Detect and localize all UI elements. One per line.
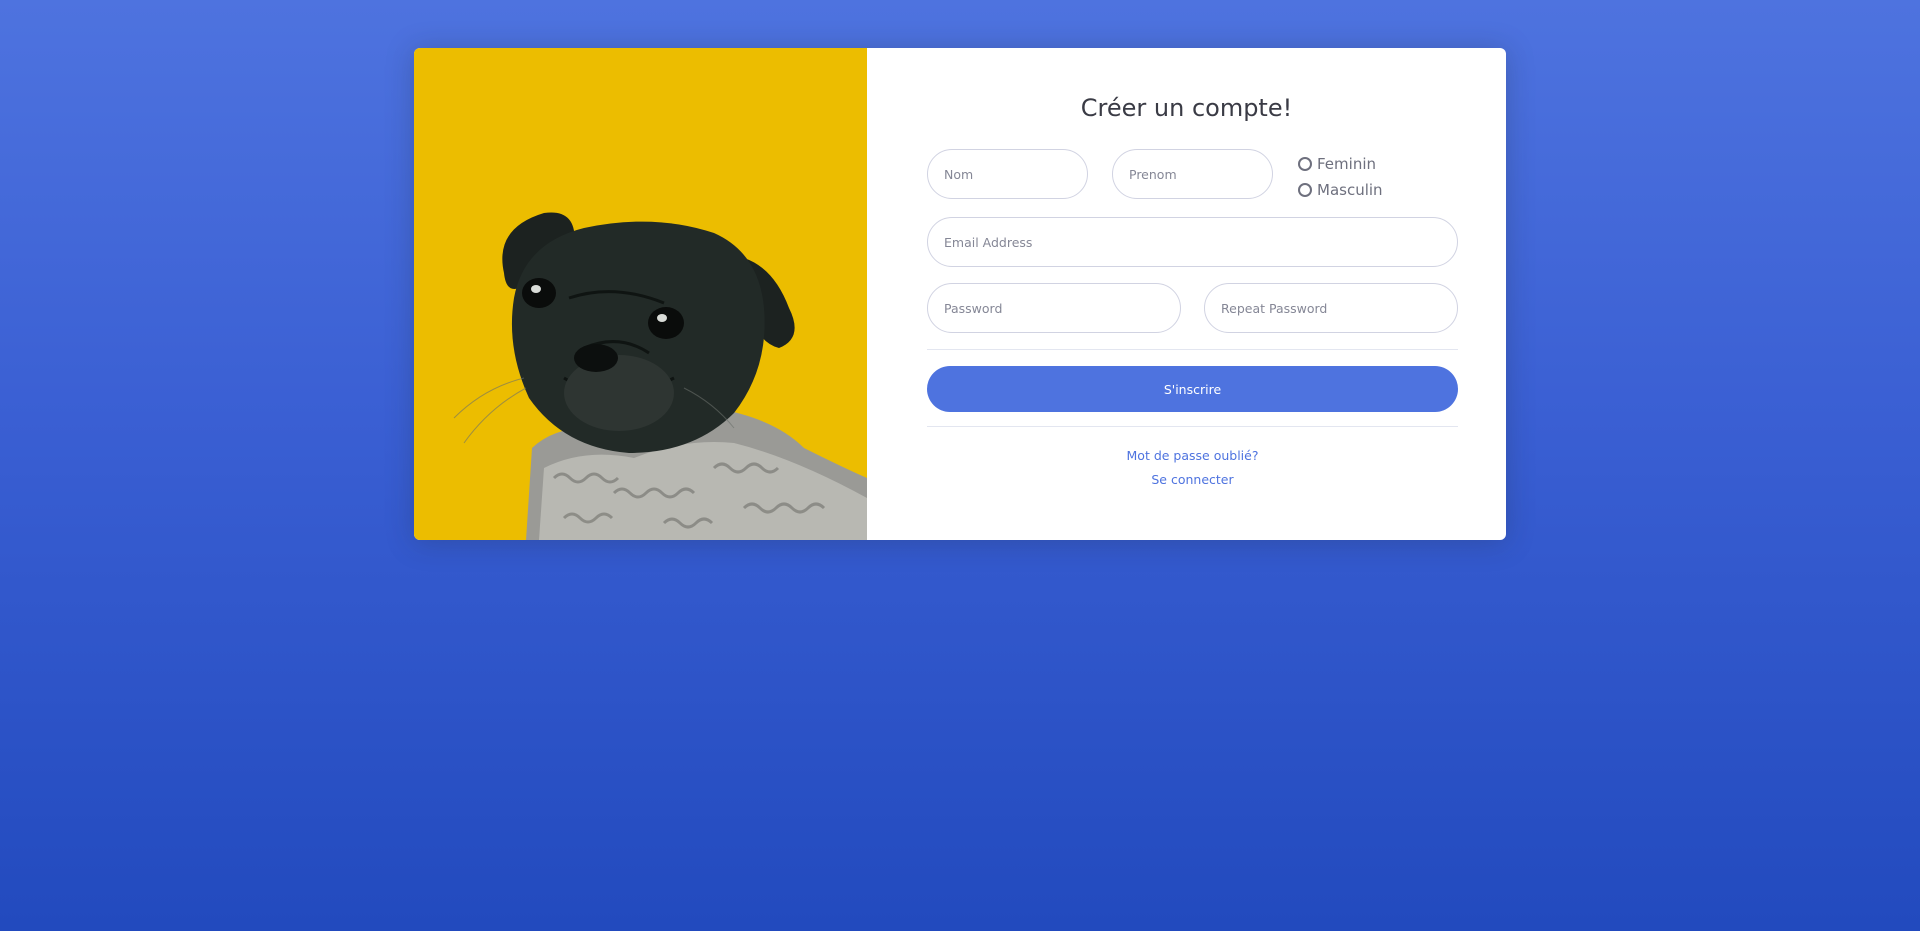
radio-circle-icon[interactable] bbox=[1298, 157, 1312, 171]
divider bbox=[927, 349, 1458, 350]
gender-label-feminin: Feminin bbox=[1317, 155, 1376, 173]
radio-circle-icon[interactable] bbox=[1298, 183, 1312, 197]
gender-option-feminin[interactable]: Feminin bbox=[1298, 151, 1383, 177]
repeat-password-input[interactable] bbox=[1204, 283, 1458, 333]
login-link[interactable]: Se connecter bbox=[927, 472, 1458, 487]
gender-option-masculin[interactable]: Masculin bbox=[1298, 177, 1383, 203]
register-image bbox=[414, 48, 867, 540]
register-button[interactable]: S'inscrire bbox=[927, 366, 1458, 412]
gender-radio-group: Feminin Masculin bbox=[1298, 151, 1383, 203]
divider bbox=[927, 426, 1458, 427]
password-input[interactable] bbox=[927, 283, 1181, 333]
pug-photo bbox=[453, 212, 867, 540]
email-input[interactable] bbox=[927, 217, 1458, 267]
page-title: Créer un compte! bbox=[1080, 94, 1293, 122]
register-form: Créer un compte! Feminin Masculin S'insc… bbox=[867, 48, 1506, 540]
gender-label-masculin: Masculin bbox=[1317, 181, 1383, 199]
forgot-password-link[interactable]: Mot de passe oublié? bbox=[927, 448, 1458, 463]
register-card: Créer un compte! Feminin Masculin S'insc… bbox=[414, 48, 1506, 540]
prenom-input[interactable] bbox=[1112, 149, 1273, 199]
nom-input[interactable] bbox=[927, 149, 1088, 199]
